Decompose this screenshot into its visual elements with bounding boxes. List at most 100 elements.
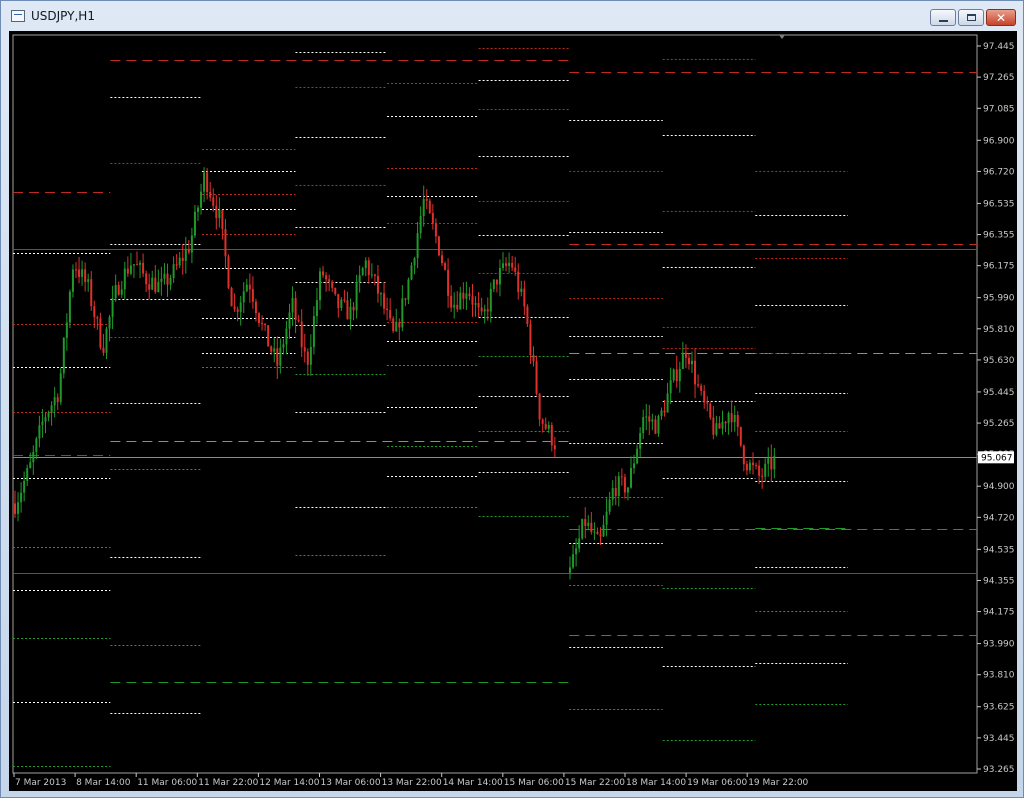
candle-body — [230, 287, 233, 307]
y-axis-label: 94.900 — [983, 482, 1015, 492]
candle-body — [68, 291, 71, 323]
candle-body — [724, 421, 727, 424]
candle-body — [157, 281, 160, 293]
x-axis-label: 11 Mar 22:00 — [198, 778, 258, 788]
candle-body — [254, 301, 257, 314]
candle-body — [35, 438, 38, 452]
candle-body — [126, 268, 129, 274]
candle-body — [111, 298, 114, 317]
candle-body — [172, 264, 175, 278]
candle-body — [614, 488, 617, 497]
candle-body — [50, 405, 53, 413]
candle-body — [282, 344, 285, 348]
candle-body — [459, 292, 462, 310]
candle-body — [547, 425, 550, 429]
x-axis-label: 18 Mar 14:00 — [626, 778, 686, 788]
candle-body — [511, 262, 514, 268]
close-icon: ✕ — [996, 11, 1007, 25]
candle-body — [175, 264, 178, 266]
shift-marker-icon — [779, 35, 785, 39]
candle-body — [178, 257, 181, 266]
y-axis-label: 93.990 — [983, 640, 1015, 650]
candle-body — [456, 304, 459, 310]
candle-body — [383, 293, 386, 309]
candle-body — [129, 265, 132, 274]
candle-body — [715, 423, 718, 435]
maximize-button[interactable] — [958, 9, 984, 26]
candle-body — [197, 207, 199, 212]
y-axis-label: 94.535 — [983, 545, 1015, 555]
candle-body — [672, 369, 675, 381]
candle-body — [90, 279, 93, 307]
candle-body — [187, 248, 190, 253]
candle-body — [340, 299, 343, 309]
candle-body — [648, 416, 651, 422]
candle-body — [343, 299, 346, 301]
candle-body — [169, 277, 172, 285]
candle-body — [264, 323, 267, 326]
window-title: USDJPY,H1 — [31, 9, 95, 23]
y-axis-label: 94.175 — [983, 608, 1015, 618]
candle-body — [93, 306, 96, 318]
candle-body — [184, 248, 187, 262]
candle-body — [410, 265, 413, 280]
candle-body — [29, 462, 32, 468]
candle-body — [401, 298, 404, 328]
candle-body — [96, 317, 99, 319]
maximize-icon — [967, 14, 976, 21]
candle-body — [703, 390, 706, 403]
candle-body — [261, 323, 264, 325]
candle-body — [441, 255, 443, 264]
y-axis-label: 95.630 — [983, 356, 1015, 366]
candle-body — [465, 293, 468, 299]
candle-body — [578, 538, 581, 549]
candle-body — [730, 413, 733, 423]
candle-body — [258, 313, 260, 324]
chart-window-icon — [11, 10, 25, 22]
minimize-button[interactable] — [930, 9, 956, 26]
candle-body — [428, 200, 431, 214]
candle-body — [712, 417, 715, 435]
candle-body — [447, 269, 450, 296]
candle-body — [81, 269, 84, 277]
candle-body — [660, 410, 663, 417]
candle-body — [733, 414, 736, 423]
candle-body — [419, 215, 422, 234]
candle-body — [386, 308, 389, 311]
candle-body — [450, 295, 453, 308]
candle-body — [288, 312, 291, 329]
candle-body — [84, 269, 87, 282]
price-chart[interactable]: 97.445 97.265 97.085 96.900 96.720 96.535 96.3… — [9, 31, 1017, 791]
candle-body — [99, 318, 102, 348]
candle-body — [300, 321, 303, 348]
candle-body — [709, 403, 712, 418]
candle-body — [38, 425, 41, 439]
candle-body — [767, 457, 770, 464]
candle-body — [431, 213, 434, 224]
candle-body — [26, 467, 29, 481]
chart-area[interactable]: 97.445 97.265 97.085 96.900 96.720 96.535 96.3… — [9, 31, 1017, 791]
candle-body — [215, 205, 218, 219]
close-button[interactable]: ✕ — [986, 9, 1016, 26]
candle-body — [123, 268, 126, 290]
candle-body — [593, 531, 596, 533]
candle-body — [212, 197, 215, 206]
candle-body — [404, 298, 407, 300]
candle-body — [605, 511, 608, 525]
candle-body — [642, 417, 645, 434]
y-axis-label: 96.900 — [983, 136, 1015, 146]
candle-body — [623, 477, 626, 493]
candle-body — [645, 416, 648, 418]
candle-body — [102, 347, 105, 353]
candle-body — [468, 293, 471, 297]
x-axis-label: 8 Mar 14:00 — [76, 778, 131, 788]
candle-body — [370, 274, 373, 276]
candle-body — [245, 284, 248, 292]
candle-body — [376, 275, 379, 294]
candle-body — [742, 445, 745, 465]
candle-body — [136, 264, 138, 266]
title-bar[interactable]: USDJPY,H1 ✕ — [1, 1, 1023, 31]
candle-body — [267, 325, 270, 347]
candle-body — [273, 348, 276, 352]
x-axis-label: 13 Mar 06:00 — [321, 778, 381, 788]
